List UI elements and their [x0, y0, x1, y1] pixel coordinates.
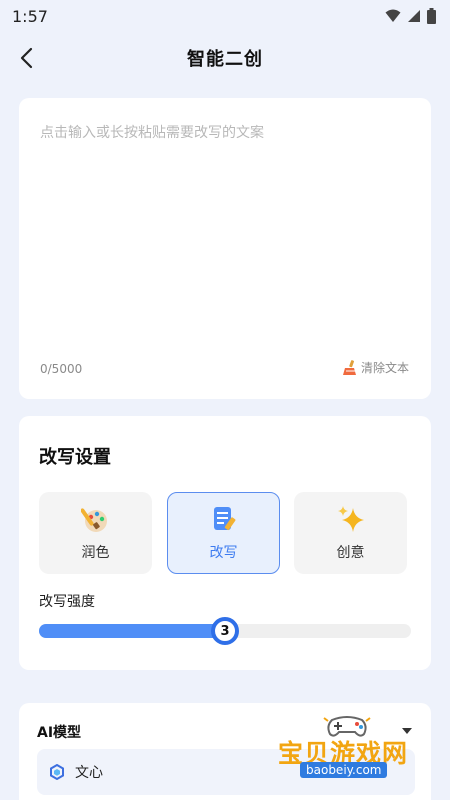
watermark: 宝贝游戏网 baobeiy.com	[272, 712, 432, 782]
model-logo-icon	[50, 764, 64, 780]
app-bar: 智能二创	[0, 36, 450, 80]
strength-slider[interactable]: 3	[39, 617, 411, 645]
status-time: 1:57	[12, 6, 48, 26]
status-bar: 1:57	[0, 0, 450, 32]
char-count: 0/5000	[40, 362, 83, 376]
ai-model-name: 文心	[75, 765, 103, 781]
back-button[interactable]	[10, 42, 42, 74]
clear-text-button[interactable]: 清除文本	[342, 359, 409, 376]
strength-slider-fill	[39, 624, 231, 638]
strength-label: 改写强度	[39, 594, 95, 610]
document-edit-icon	[213, 507, 236, 531]
text-input-card[interactable]: 点击输入或长按粘贴需要改写的文案 0/5000 清除文本	[19, 98, 431, 399]
mode-polish-button[interactable]: 润色	[39, 492, 152, 574]
text-input-placeholder[interactable]: 点击输入或长按粘贴需要改写的文案	[40, 122, 264, 142]
broom-icon	[342, 359, 356, 375]
strength-slider-thumb[interactable]: 3	[211, 617, 239, 645]
page-title: 智能二创	[187, 49, 263, 70]
rewrite-settings-card: 改写设置 润色 改写 创意 改写强度 3	[19, 416, 431, 670]
mode-rewrite-button[interactable]: 改写	[167, 492, 280, 574]
wifi-icon	[385, 9, 401, 22]
clear-text-label: 清除文本	[360, 361, 409, 375]
battery-icon	[427, 8, 436, 24]
status-icons	[385, 8, 436, 24]
ai-model-title: AI模型	[37, 725, 82, 741]
signal-icon	[408, 10, 420, 22]
mode-rewrite-label: 改写	[209, 545, 238, 561]
sparkles-icon	[337, 506, 364, 532]
mode-polish-label: 润色	[81, 545, 110, 561]
chevron-left-icon	[20, 47, 33, 69]
mode-creative-button[interactable]: 创意	[294, 492, 407, 574]
settings-title: 改写设置	[39, 447, 111, 468]
mode-creative-label: 创意	[336, 545, 365, 561]
watermark-url: baobeiy.com	[300, 762, 388, 778]
paintbrush-icon	[80, 508, 107, 532]
